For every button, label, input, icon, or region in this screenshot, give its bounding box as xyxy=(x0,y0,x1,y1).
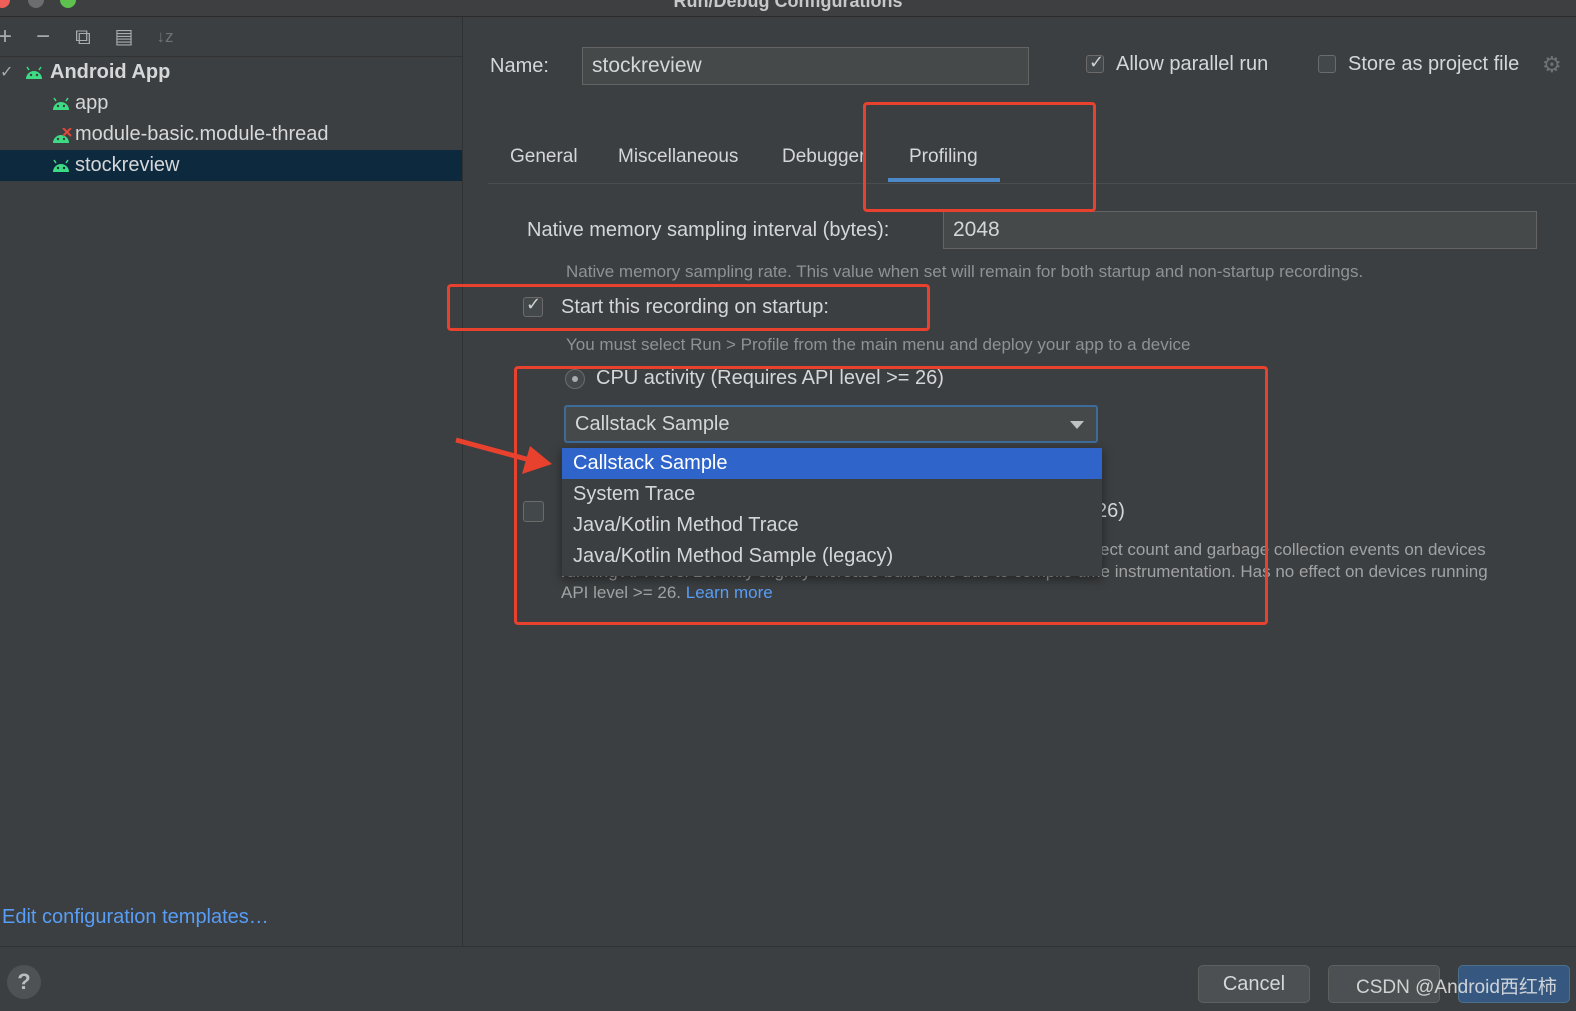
allow-parallel-run-checkbox[interactable] xyxy=(1086,52,1104,73)
copy-icon[interactable]: ⧉ xyxy=(70,18,96,56)
sort-icon[interactable]: ↓z xyxy=(152,18,178,56)
android-icon xyxy=(51,97,71,111)
window-title: Run/Debug Configurations xyxy=(673,0,903,11)
new-folder-icon[interactable]: ▤ xyxy=(111,18,137,56)
tab-miscellaneous[interactable]: Miscellaneous xyxy=(618,142,738,184)
allow-parallel-run-label: Allow parallel run xyxy=(1116,53,1269,75)
tree-item-module-basic[interactable]: module-basic.module-thread xyxy=(0,119,462,150)
sidebar-toolbar: + − ⧉ ▤ ↓z xyxy=(0,18,462,57)
native-memory-input[interactable]: 2048 xyxy=(943,211,1537,249)
tree-group-android-app[interactable]: ✓ Android App xyxy=(0,57,462,88)
expand-chevron-icon[interactable]: ✓ xyxy=(0,57,13,88)
tree-item-label: module-basic.module-thread xyxy=(75,123,329,145)
tree-item-stockreview[interactable]: stockreview xyxy=(0,150,462,181)
store-as-project-file-label: Store as project file xyxy=(1348,53,1520,75)
tree-item-app[interactable]: app xyxy=(0,88,462,119)
annotation-box-startup xyxy=(447,284,930,331)
name-input[interactable]: stockreview xyxy=(582,47,1029,85)
edit-configuration-templates-link[interactable]: Edit configuration templates… xyxy=(2,906,269,929)
cancel-button[interactable]: Cancel xyxy=(1198,965,1310,1003)
help-button[interactable]: ? xyxy=(7,965,41,999)
native-memory-label: Native memory sampling interval (bytes): xyxy=(527,219,890,241)
tab-general[interactable]: General xyxy=(510,142,578,184)
watermark: CSDN @Android西红柿 xyxy=(1356,977,1557,998)
tab-debugger[interactable]: Debugger xyxy=(782,142,865,184)
add-icon[interactable]: + xyxy=(0,18,18,56)
tree-group-label: Android App xyxy=(50,61,171,83)
android-error-icon xyxy=(51,128,72,143)
android-icon xyxy=(51,159,71,173)
remove-icon[interactable]: − xyxy=(30,18,56,56)
gear-icon[interactable]: ⚙ xyxy=(1542,52,1562,78)
tree-item-label: app xyxy=(75,92,109,114)
annotation-box-profiling-tab xyxy=(863,102,1096,212)
annotation-box-cpu xyxy=(514,366,1268,625)
android-icon xyxy=(24,66,44,80)
store-as-project-file-checkbox[interactable] xyxy=(1318,55,1336,73)
tree-item-label: stockreview xyxy=(75,154,180,176)
name-label: Name: xyxy=(490,55,549,77)
native-memory-hint: Native memory sampling rate. This value … xyxy=(566,262,1364,281)
startup-hint: You must select Run > Profile from the m… xyxy=(566,335,1191,354)
annotation-arrow-icon xyxy=(455,437,552,474)
